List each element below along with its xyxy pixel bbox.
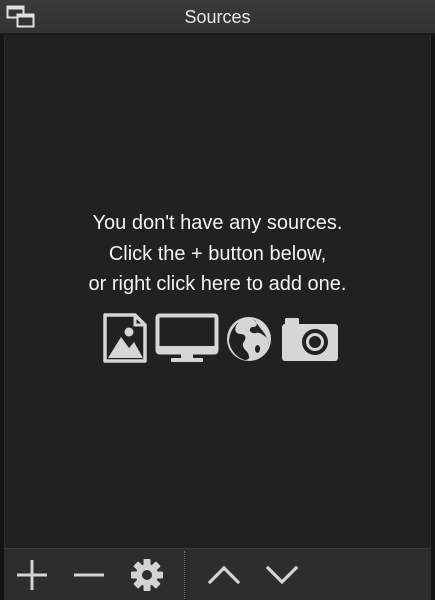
- camera-icon: [282, 318, 338, 361]
- sources-toolbar: [4, 548, 431, 600]
- move-source-down-button[interactable]: [262, 555, 302, 595]
- remove-source-button[interactable]: [69, 555, 109, 595]
- display-icon: [155, 313, 219, 362]
- globe-icon: [227, 317, 271, 361]
- empty-message-line-2: Click the + button below,: [108, 242, 327, 265]
- empty-message-line-1: You don't have any sources.: [92, 212, 343, 234]
- image-icon: [103, 313, 147, 363]
- toolbar-separator: [184, 551, 185, 599]
- dock-titlebar[interactable]: Sources: [0, 0, 435, 34]
- add-source-button[interactable]: [12, 555, 52, 595]
- move-source-up-button[interactable]: [204, 555, 244, 595]
- sources-dock: Sources You don't have any sources. Clic…: [0, 0, 435, 600]
- chevron-down-icon: [265, 565, 299, 585]
- chevron-up-icon: [207, 565, 241, 585]
- empty-sources-message: You don't have any sources. Click the + …: [5, 208, 430, 300]
- source-properties-button[interactable]: [127, 555, 167, 595]
- dock-title: Sources: [184, 7, 251, 27]
- minus-icon: [74, 573, 104, 577]
- empty-message-line-3: or right click here to add one.: [88, 273, 347, 295]
- gear-icon: [131, 559, 163, 591]
- plus-icon: [17, 560, 47, 590]
- sources-list[interactable]: You don't have any sources. Click the + …: [4, 35, 431, 548]
- source-type-icons: [101, 311, 341, 365]
